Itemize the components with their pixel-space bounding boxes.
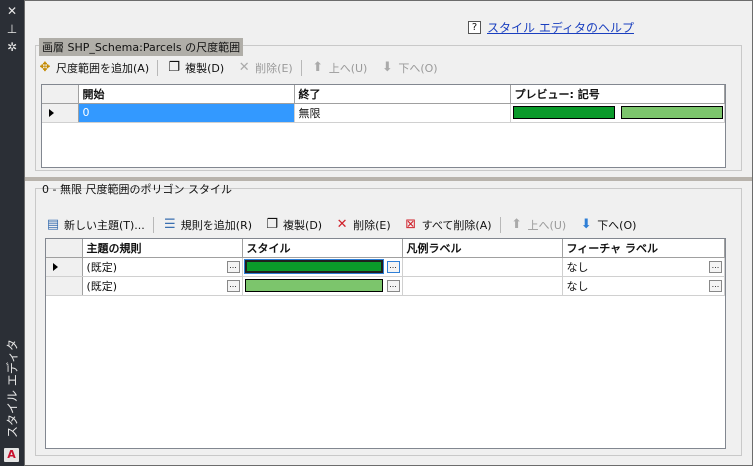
scale-toolbar: ✥ 尺度範囲を追加(A) ❐ 複製(D) ✕ 削除(E) ⬆ 上へ(U) ⬇ 下… (37, 58, 450, 78)
help-icon[interactable]: ? (468, 20, 481, 34)
pin-icon[interactable]: ⊥ (5, 22, 19, 36)
scale-range-grid: 開始 終了 プレビュー: 記号 0 無限 (41, 84, 726, 168)
help-area: ? スタイル エディタのヘルプ (468, 19, 634, 35)
palette-sidebar: ✕ ⊥ ✲ スタイル エディタ A (0, 0, 24, 466)
palette-title: スタイル エディタ (5, 339, 20, 438)
feature-cell[interactable]: なし... (562, 257, 725, 277)
feature-ellipsis-button[interactable]: ... (709, 279, 722, 292)
style-editor-panel: ? スタイル エディタのヘルプ 画層 SHP_Schema:Parcels の尺… (24, 0, 753, 466)
delete-icon: ✕ (238, 60, 250, 75)
end-cell[interactable]: 無限 (294, 103, 511, 123)
row-header[interactable] (42, 103, 79, 123)
legend-cell[interactable] (402, 257, 563, 277)
rule-ellipsis-button[interactable]: ... (226, 260, 240, 273)
delete-rule-button[interactable]: ✕ 削除(E) (334, 217, 391, 233)
new-theme-icon: ▤ (46, 217, 60, 232)
row-header[interactable] (46, 257, 83, 277)
new-theme-button[interactable]: ▤ 新しい主題(T)... (45, 217, 145, 233)
column-header-feature[interactable]: フィーチャ ラベル (562, 239, 725, 258)
rule-ellipsis-button[interactable]: ... (226, 279, 240, 292)
table-row[interactable]: (既定)... ... なし... (46, 276, 725, 296)
arrow-up-icon: ⬆ (312, 60, 324, 75)
autocad-logo-icon: A (4, 448, 19, 462)
preview-swatch (621, 106, 723, 120)
style-ellipsis-button[interactable]: ... (386, 279, 400, 292)
style-swatch[interactable] (244, 279, 383, 293)
column-header-end[interactable]: 終了 (294, 85, 511, 104)
preview-swatch (512, 106, 615, 120)
style-ellipsis-button[interactable]: ... (386, 260, 400, 273)
add-rule-icon: ☰ (163, 217, 176, 232)
move-down-scale-button[interactable]: ⬇ 下へ(O) (379, 60, 438, 76)
style-swatch[interactable] (243, 259, 384, 275)
close-icon[interactable]: ✕ (5, 4, 19, 18)
table-row[interactable]: (既定)... ... なし... (46, 257, 725, 277)
add-scale-icon: ✥ (39, 60, 51, 75)
copy-icon: ❐ (266, 217, 278, 232)
row-header[interactable] (46, 276, 83, 296)
column-header-style[interactable]: スタイル (242, 239, 403, 258)
delete-scale-button[interactable]: ✕ 削除(E) (236, 60, 293, 76)
toolbar-separator (157, 60, 159, 76)
scale-range-title: 画層 SHP_Schema:Parcels の尺度範囲 (39, 38, 244, 56)
move-down-rule-button[interactable]: ⬇ 下へ(O) (578, 217, 637, 233)
toolbar-separator (152, 217, 154, 233)
column-header-rule[interactable]: 主題の規則 (82, 239, 243, 258)
add-rule-button[interactable]: ☰ 規則を追加(R) (162, 217, 252, 233)
column-header-start[interactable]: 開始 (78, 85, 295, 104)
style-cell[interactable]: ... (242, 257, 403, 277)
add-scale-range-button[interactable]: ✥ 尺度範囲を追加(A) (37, 60, 150, 76)
column-header-preview[interactable]: プレビュー: 記号 (510, 85, 725, 104)
feature-cell[interactable]: なし... (562, 276, 725, 296)
delete-all-button[interactable]: ⊠ すべて削除(A) (403, 217, 491, 233)
polygon-toolbar: ▤ 新しい主題(T)... ☰ 規則を追加(R) ❐ 複製(D) ✕ 削除(E)… (45, 215, 648, 235)
copy-scale-button[interactable]: ❐ 複製(D) (166, 60, 224, 76)
current-row-arrow-icon (49, 108, 54, 117)
arrow-up-icon: ⬆ (511, 217, 522, 232)
settings-icon[interactable]: ✲ (5, 40, 19, 54)
current-row-arrow-icon (53, 262, 58, 271)
delete-icon: ✕ (336, 217, 348, 232)
delete-all-icon: ⊠ (405, 217, 417, 232)
copy-rule-button[interactable]: ❐ 複製(D) (264, 217, 322, 233)
move-up-scale-button[interactable]: ⬆ 上へ(U) (310, 60, 367, 76)
help-link[interactable]: スタイル エディタのヘルプ (487, 19, 634, 36)
column-header-legend[interactable]: 凡例ラベル (402, 239, 563, 258)
legend-cell[interactable] (402, 276, 563, 296)
feature-ellipsis-button[interactable]: ... (709, 260, 722, 273)
toolbar-separator (300, 60, 302, 76)
arrow-down-icon: ⬇ (580, 217, 592, 232)
table-row[interactable]: 0 無限 (42, 103, 725, 123)
rule-cell[interactable]: (既定)... (82, 276, 243, 296)
start-cell[interactable]: 0 (78, 103, 295, 123)
arrow-down-icon: ⬇ (381, 60, 393, 75)
style-cell[interactable]: ... (242, 276, 403, 296)
copy-icon: ❐ (168, 60, 180, 75)
rules-grid: 主題の規則 スタイル 凡例ラベル フィーチャ ラベル (既定)... ... な… (45, 238, 726, 449)
preview-cell (510, 103, 725, 123)
toolbar-separator (499, 217, 501, 233)
move-up-rule-button[interactable]: ⬆ 上へ(U) (509, 217, 566, 233)
polygon-style-title: 0 - 無限 尺度範囲のポリゴン スタイル (42, 183, 232, 196)
rule-cell[interactable]: (既定)... (82, 257, 243, 277)
